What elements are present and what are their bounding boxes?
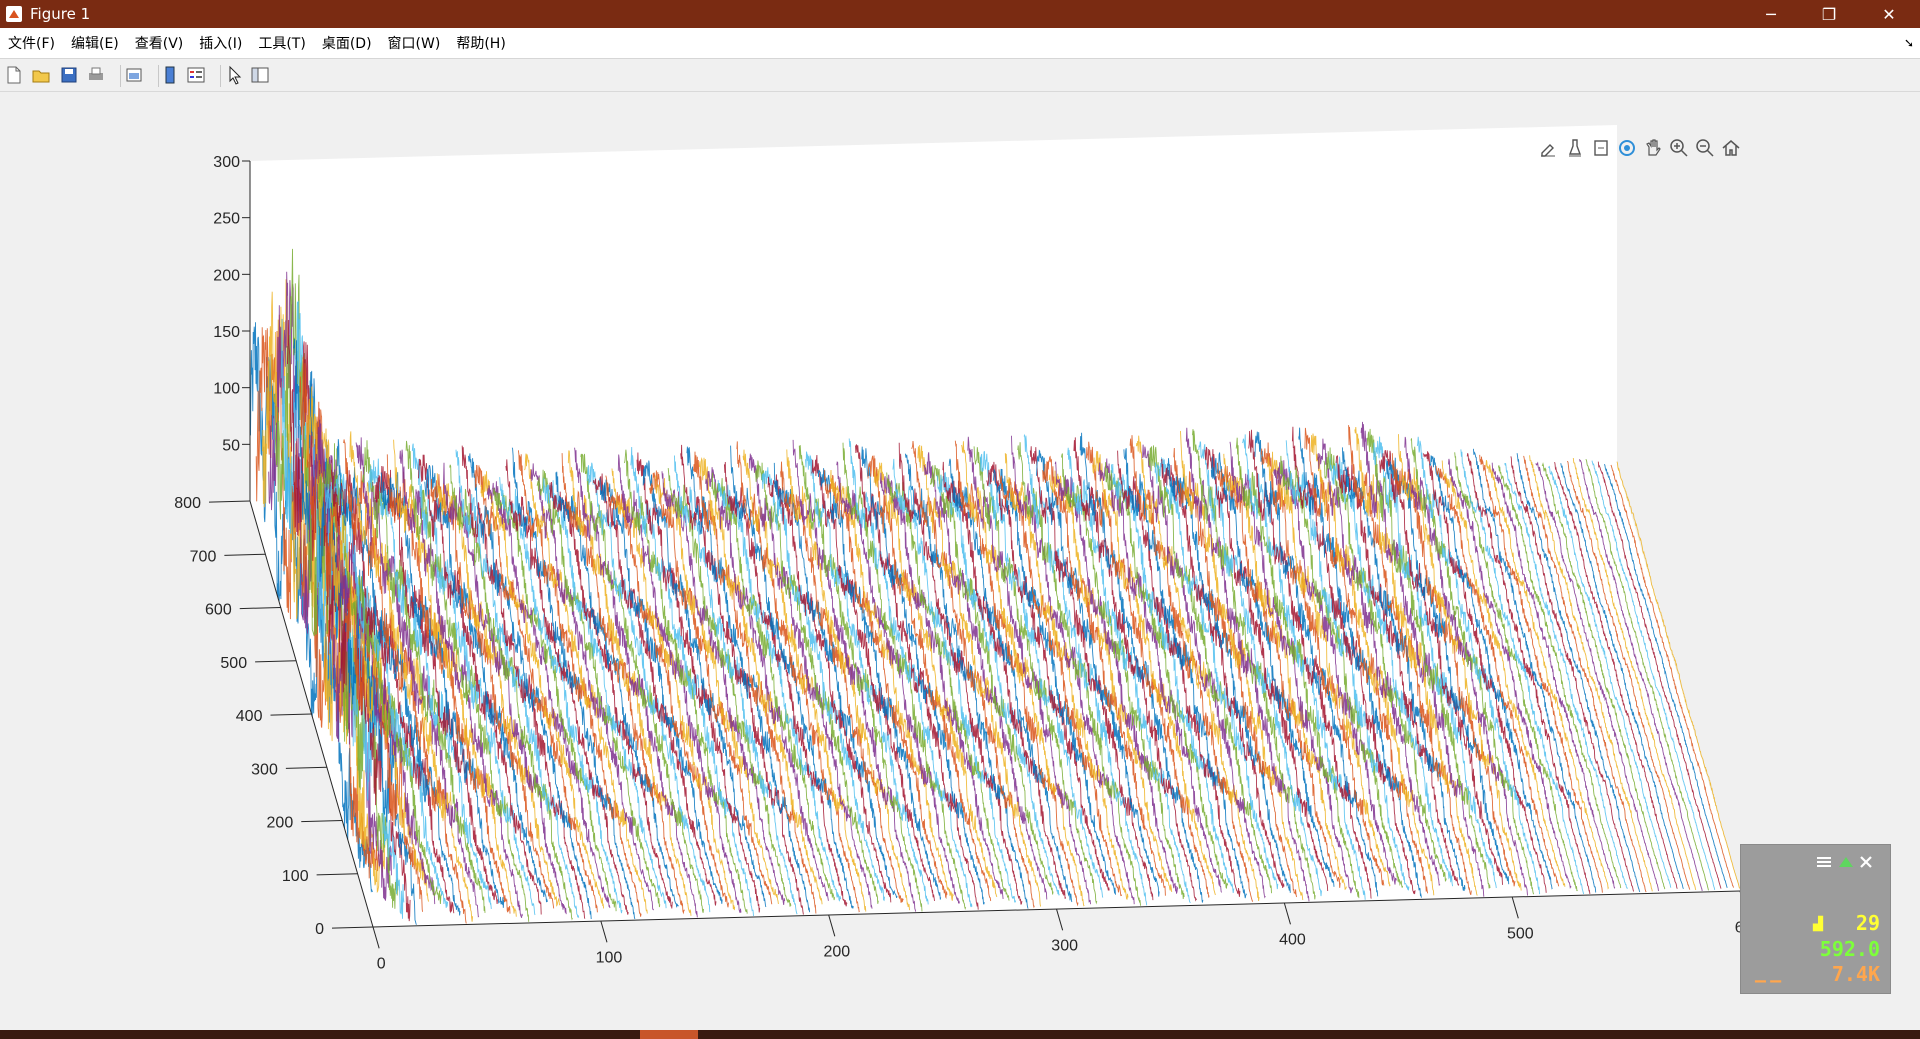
x-tick-label: 500 [1507, 925, 1534, 942]
dock-arrow-icon[interactable]: ➘ [1904, 36, 1914, 50]
close-icon[interactable] [1860, 856, 1872, 868]
axes-toolbar [1538, 137, 1742, 161]
overlay-value-2: 592.0 [1819, 937, 1880, 961]
home-icon[interactable] [1720, 137, 1742, 159]
y-tick-mark [224, 553, 266, 556]
save-icon[interactable] [59, 65, 79, 85]
taskbar-active-app[interactable] [640, 1030, 698, 1039]
y-tick-label: 500 [220, 655, 247, 672]
minimize-button[interactable]: ─ [1742, 0, 1800, 28]
taskbar [0, 1030, 1920, 1039]
y-tick-mark [208, 500, 251, 503]
menu-edit[interactable]: 编辑(E) [63, 33, 127, 53]
menu-bar: 文件(F) 编辑(E) 查看(V) 插入(I) 工具(T) 桌面(D) 窗口(W… [0, 28, 1920, 59]
y-tick-label: 400 [236, 708, 263, 725]
y-tick-mark [239, 607, 281, 610]
performance-overlay: ▟ 29 592.0 ▁ ▁ 7.4K [1740, 844, 1891, 994]
z-tick-label: 150 [213, 324, 240, 341]
gpu-icon: ▟ [1813, 917, 1823, 932]
pan-icon[interactable] [1642, 137, 1664, 159]
menu-desktop[interactable]: 桌面(D) [314, 33, 380, 53]
y-tick-mark [255, 660, 297, 663]
y-tick-mark [331, 926, 374, 929]
x-tick-label: 0 [377, 955, 386, 972]
toolbar-separator [120, 65, 121, 87]
link-plot-icon[interactable] [124, 65, 144, 85]
y-tick-mark [316, 873, 358, 876]
restore-button[interactable]: ❐ [1800, 0, 1858, 28]
menu-help[interactable]: 帮助(H) [448, 33, 513, 53]
y-tick-mark [301, 820, 343, 823]
x-tick-mark [828, 914, 836, 937]
menu-insert[interactable]: 插入(I) [191, 33, 250, 53]
x-tick-mark [1056, 908, 1064, 931]
y-tick-mark [285, 766, 327, 769]
property-inspector-icon[interactable] [250, 65, 270, 85]
close-button[interactable]: ✕ [1860, 0, 1918, 28]
y-tick-label: 800 [174, 495, 201, 512]
zoom-out-icon[interactable] [1694, 137, 1716, 159]
print-icon[interactable] [86, 65, 106, 85]
y-tick-label: 200 [267, 815, 294, 832]
title-bar: Figure 1 ─ ❐ ✕ [0, 0, 1920, 28]
toolbar-separator [158, 65, 159, 87]
y-tick-label: 700 [190, 548, 217, 565]
toolbar-separator [220, 65, 221, 87]
y-tick-label: 100 [282, 868, 309, 885]
z-tick-label: 300 [213, 154, 240, 171]
z-tick-label: 100 [213, 381, 240, 398]
x-tick-label: 300 [1051, 937, 1078, 954]
x-tick-label: 100 [596, 949, 623, 966]
x-tick-mark [1511, 896, 1519, 919]
y-tick-label: 300 [251, 761, 278, 778]
colorbar-icon[interactable] [160, 65, 180, 85]
menu-icon[interactable] [1817, 857, 1831, 867]
export-icon[interactable] [1590, 137, 1612, 159]
open-file-icon[interactable] [31, 65, 51, 85]
z-tick-label: 250 [213, 211, 240, 228]
x-tick-mark [372, 926, 380, 949]
menu-window[interactable]: 窗口(W) [380, 33, 449, 53]
fps-value: 29 [1855, 911, 1880, 935]
brush-icon[interactable] [1538, 137, 1560, 159]
z-tick-label: 50 [222, 437, 240, 454]
data-tips-icon[interactable] [1564, 137, 1586, 159]
menu-file[interactable]: 文件(F) [0, 33, 63, 53]
overlay-value-3: 7.4K [1831, 962, 1880, 986]
overlay-controls [1817, 856, 1872, 868]
x-tick-mark [600, 920, 608, 943]
new-figure-icon[interactable] [4, 65, 24, 85]
y-tick-label: 0 [315, 921, 324, 938]
zoom-in-icon[interactable] [1668, 137, 1690, 159]
x-tick-label: 400 [1279, 931, 1306, 948]
menu-view[interactable]: 查看(V) [127, 33, 192, 53]
collapse-icon[interactable] [1839, 857, 1853, 867]
legend-icon[interactable] [186, 65, 206, 85]
bandwidth-icon: ▁ ▁ [1755, 967, 1781, 983]
y-tick-mark [270, 713, 312, 716]
waterfall-plot[interactable]: 0100200300400500600010020030040050060070… [0, 92, 1920, 1030]
figure-toolbar [0, 59, 1920, 92]
y-tick-label: 600 [205, 602, 232, 619]
window-title: Figure 1 [30, 5, 91, 23]
x-tick-mark [1283, 902, 1291, 925]
rotate-3d-icon[interactable] [1616, 137, 1638, 159]
x-tick-label: 200 [823, 943, 850, 960]
edit-plot-icon[interactable] [225, 65, 245, 85]
z-tick-label: 200 [213, 267, 240, 284]
matlab-icon [6, 6, 22, 22]
menu-tools[interactable]: 工具(T) [250, 33, 313, 53]
